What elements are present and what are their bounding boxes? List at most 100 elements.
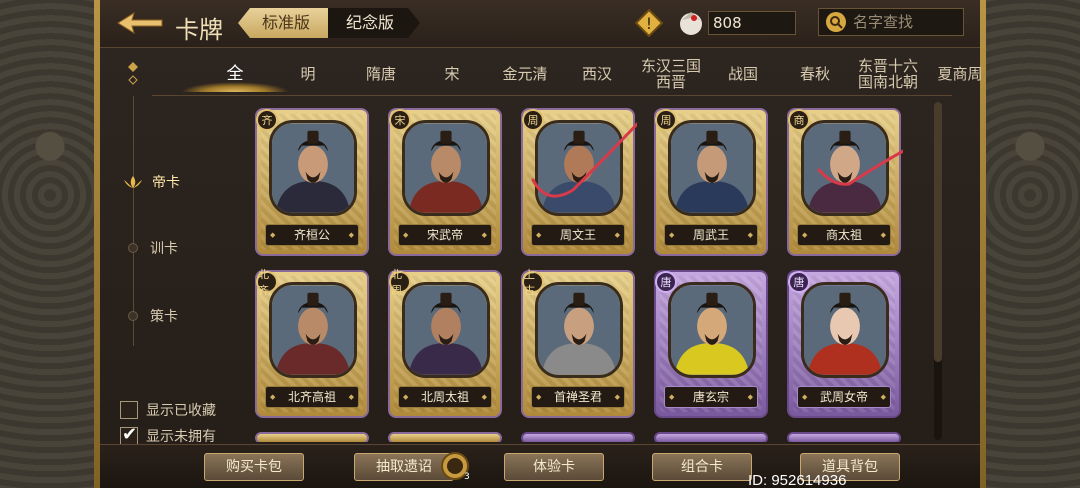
portrait-image bbox=[671, 285, 753, 375]
filter-show-collected[interactable]: 显示已收藏 bbox=[120, 398, 216, 422]
page-title: 卡牌 bbox=[175, 16, 223, 44]
era-badge: 上古 bbox=[522, 268, 544, 297]
hero-card[interactable]: 唐唐玄宗 bbox=[654, 270, 768, 418]
hero-card-partial[interactable] bbox=[255, 432, 369, 442]
card-face: 北周北周太祖 bbox=[389, 268, 496, 412]
hero-name: 北齐高祖 bbox=[265, 386, 359, 408]
hero-portrait bbox=[535, 120, 623, 216]
era-tab[interactable]: 金元清 bbox=[485, 52, 565, 96]
bottom-action-bar: 购买卡包 抽取遗诏 3 体验卡 组合卡 道具背包 bbox=[100, 444, 980, 488]
hero-name: 商太祖 bbox=[797, 224, 891, 246]
back-button[interactable] bbox=[116, 10, 164, 36]
category-emperor[interactable]: 帝卡 bbox=[114, 170, 180, 194]
hero-name: 北周太祖 bbox=[398, 386, 492, 408]
scrollbar[interactable] bbox=[934, 102, 942, 440]
hero-card[interactable]: 齐齐桓公 bbox=[255, 108, 369, 256]
hero-name: 武周女帝 bbox=[797, 386, 891, 408]
era-tab[interactable]: 明 bbox=[268, 52, 348, 96]
card-face: 宋宋武帝 bbox=[389, 109, 496, 250]
hero-portrait bbox=[269, 282, 357, 378]
hero-card-partial[interactable] bbox=[388, 432, 502, 442]
trial-card-button[interactable]: 体验卡 bbox=[504, 453, 604, 481]
era-badge: 宋 bbox=[389, 109, 411, 131]
search-input[interactable] bbox=[853, 13, 957, 31]
search-box[interactable] bbox=[818, 8, 964, 36]
portrait-image bbox=[272, 285, 354, 375]
era-badge: 唐 bbox=[788, 271, 810, 293]
portrait-image bbox=[538, 285, 620, 375]
combo-card-button[interactable]: 组合卡 bbox=[652, 453, 752, 481]
hero-card-partial[interactable] bbox=[787, 432, 901, 442]
portrait-image bbox=[804, 123, 886, 213]
lotus-icon bbox=[124, 176, 142, 188]
hero-portrait bbox=[269, 120, 357, 216]
version-tabs: 标准版 纪念版 bbox=[238, 8, 420, 38]
era-tab[interactable]: 东汉三国 西晋 bbox=[631, 52, 711, 96]
filter-checks: 显示已收藏 显示未拥有 bbox=[120, 398, 216, 450]
era-tab[interactable]: 战国 bbox=[703, 52, 783, 96]
era-tab[interactable]: 隋唐 bbox=[341, 52, 421, 96]
hero-card[interactable]: 周周武王 bbox=[654, 108, 768, 256]
card-face: 齐齐桓公 bbox=[256, 109, 363, 250]
search-icon bbox=[826, 12, 846, 32]
coin-count: 3 bbox=[464, 472, 470, 481]
buy-pack-button[interactable]: 购买卡包 bbox=[204, 453, 304, 481]
tab-commemorative[interactable]: 纪念版 bbox=[328, 8, 420, 38]
hero-portrait bbox=[801, 120, 889, 216]
crane-icon bbox=[680, 12, 702, 35]
category-label: 训卡 bbox=[150, 241, 178, 257]
category-dot bbox=[128, 311, 138, 321]
hero-portrait bbox=[801, 282, 889, 378]
category-strategy[interactable]: 策卡 bbox=[114, 304, 178, 328]
currency-amount: 808 bbox=[708, 11, 796, 35]
hero-portrait bbox=[535, 282, 623, 378]
hero-name: 唐玄宗 bbox=[664, 386, 758, 408]
player-id: ID: 952614936 bbox=[748, 472, 847, 488]
era-badge: 周 bbox=[655, 109, 677, 131]
era-tab[interactable]: 东晋十六 国南北朝 bbox=[848, 52, 928, 96]
scroll-thumb[interactable] bbox=[934, 102, 942, 362]
header-bar: 卡牌 标准版 纪念版 ! 808 bbox=[100, 0, 980, 48]
era-badge: 周 bbox=[522, 109, 544, 131]
category-label: 策卡 bbox=[150, 309, 178, 325]
category-training[interactable]: 训卡 bbox=[114, 236, 178, 260]
hero-card[interactable]: 上古首禅圣君 bbox=[521, 268, 635, 418]
hero-portrait bbox=[402, 120, 490, 216]
hero-card[interactable]: 北周北周太祖 bbox=[388, 268, 502, 418]
era-tab[interactable]: 春秋 bbox=[775, 52, 855, 96]
checkbox-checked[interactable] bbox=[120, 424, 138, 445]
card-face: 唐武周女帝 bbox=[788, 271, 895, 412]
hero-card-partial[interactable] bbox=[654, 432, 768, 442]
era-badge: 北齐 bbox=[256, 268, 278, 297]
era-badge: 唐 bbox=[655, 271, 677, 293]
hero-card[interactable]: 商商太祖 bbox=[787, 108, 903, 256]
checkbox[interactable] bbox=[120, 401, 138, 419]
portrait-image bbox=[405, 123, 487, 213]
alert-icon[interactable]: ! bbox=[634, 8, 664, 38]
left-dragon-panel bbox=[0, 0, 100, 488]
category-dot bbox=[128, 243, 138, 253]
era-tab[interactable]: 夏商周 bbox=[920, 52, 1000, 96]
era-tab[interactable]: 宋 bbox=[412, 52, 492, 96]
hero-card[interactable]: 北齐北齐高祖 bbox=[255, 268, 369, 418]
category-label: 帝卡 bbox=[152, 175, 180, 191]
era-bar-ornament bbox=[128, 62, 138, 85]
hero-card[interactable]: 宋宋武帝 bbox=[388, 108, 502, 256]
hero-portrait bbox=[668, 282, 756, 378]
hero-card[interactable]: 唐武周女帝 bbox=[787, 270, 901, 418]
era-tab[interactable]: 西汉 bbox=[557, 52, 637, 96]
card-face: 唐唐玄宗 bbox=[655, 271, 762, 412]
era-tab[interactable]: 全 bbox=[181, 52, 289, 96]
currency-display: 808 bbox=[676, 6, 796, 40]
era-badge: 北周 bbox=[389, 268, 411, 297]
hero-card[interactable]: 周周文王 bbox=[521, 108, 637, 256]
hero-card-partial[interactable] bbox=[521, 432, 635, 442]
portrait-image bbox=[671, 123, 753, 213]
draw-edict-button[interactable]: 抽取遗诏 bbox=[354, 453, 454, 481]
portrait-image bbox=[272, 123, 354, 213]
tab-standard[interactable]: 标准版 bbox=[238, 8, 329, 38]
hero-portrait bbox=[668, 120, 756, 216]
card-face: 周周武王 bbox=[655, 109, 762, 250]
hero-name: 首禅圣君 bbox=[531, 386, 625, 408]
portrait-image bbox=[538, 123, 620, 213]
